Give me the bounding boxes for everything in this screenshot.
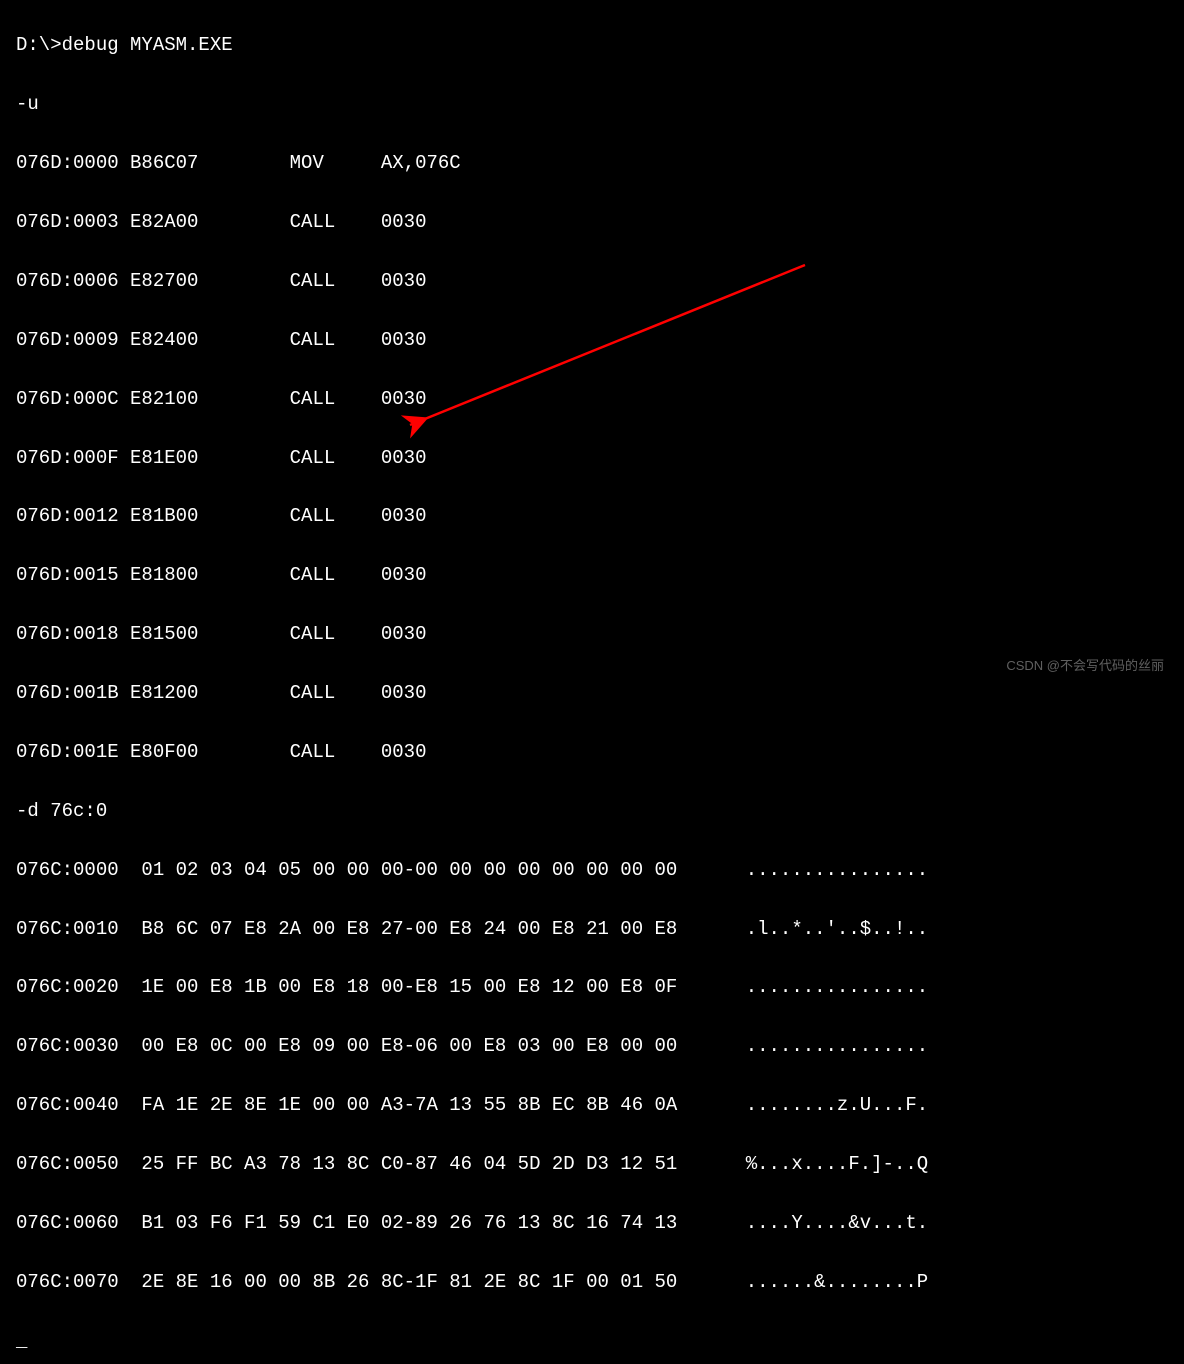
- dump-row: 076C:0030 00 E8 0C 00 E8 09 00 E8-06 00 …: [16, 1032, 1184, 1061]
- dump-row: 076C:0050 25 FF BC A3 78 13 8C C0-87 46 …: [16, 1150, 1184, 1179]
- dump-row: 076C:0060 B1 03 F6 F1 59 C1 E0 02-89 26 …: [16, 1209, 1184, 1238]
- watermark-text: CSDN @不会写代码的丝丽: [1006, 656, 1164, 676]
- dump-row: 076C:0000 01 02 03 04 05 00 00 00-00 00 …: [16, 856, 1184, 885]
- dump-row: 076C:0070 2E 8E 16 00 00 8B 26 8C-1F 81 …: [16, 1268, 1184, 1297]
- disasm-row: 076D:0015 E81800 CALL 0030: [16, 561, 1184, 590]
- disasm-row: 076D:0018 E81500 CALL 0030: [16, 620, 1184, 649]
- disasm-row: 076D:0003 E82A00 CALL 0030: [16, 208, 1184, 237]
- dump-row: 076C:0020 1E 00 E8 1B 00 E8 18 00-E8 15 …: [16, 973, 1184, 1002]
- disasm-row: 076D:0009 E82400 CALL 0030: [16, 326, 1184, 355]
- disasm-row: 076D:0012 E81B00 CALL 0030: [16, 502, 1184, 531]
- dump-row: 076C:0010 B8 6C 07 E8 2A 00 E8 27-00 E8 …: [16, 915, 1184, 944]
- cursor-line[interactable]: _: [16, 1327, 1184, 1356]
- disasm-row: 076D:0000 B86C07 MOV AX,076C: [16, 149, 1184, 178]
- disasm-row: 076D:000C E82100 CALL 0030: [16, 385, 1184, 414]
- disasm-row: 076D:001B E81200 CALL 0030: [16, 679, 1184, 708]
- command-d: -d 76c:0: [16, 797, 1184, 826]
- terminal-output: D:\>debug MYASM.EXE -u 076D:0000 B86C07 …: [0, 0, 1184, 1364]
- disasm-row: 076D:001E E80F00 CALL 0030: [16, 738, 1184, 767]
- prompt-line: D:\>debug MYASM.EXE: [16, 31, 1184, 60]
- command-u: -u: [16, 90, 1184, 119]
- dump-row: 076C:0040 FA 1E 2E 8E 1E 00 00 A3-7A 13 …: [16, 1091, 1184, 1120]
- disasm-row: 076D:000F E81E00 CALL 0030: [16, 444, 1184, 473]
- disasm-row: 076D:0006 E82700 CALL 0030: [16, 267, 1184, 296]
